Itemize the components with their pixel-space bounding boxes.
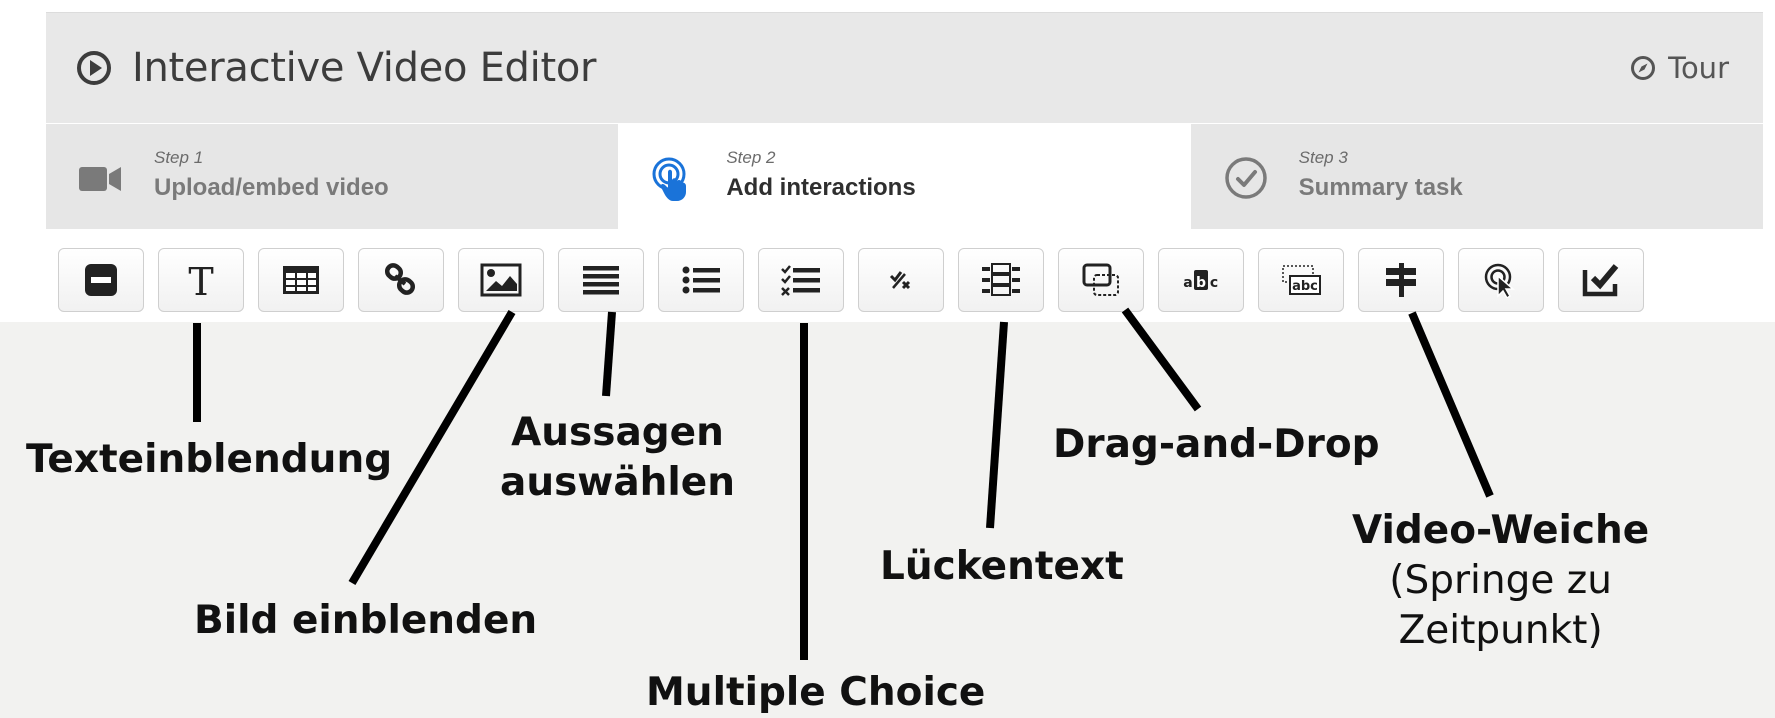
annotation-fill-blanks: Lückentext: [880, 544, 1124, 589]
check-circle-icon: [1224, 157, 1267, 199]
compass-icon: [1631, 56, 1656, 80]
annotation-crossroads: Video-Weiche (Springe zu Zeitpunkt): [1352, 506, 1649, 656]
minus-box-icon: [85, 264, 117, 296]
drag-text-tool-button[interactable]: abc: [1258, 248, 1344, 312]
bullet-list-icon: [682, 266, 720, 294]
annotation-crossroads-sub2: Zeitpunkt): [1398, 608, 1603, 653]
step-label: Upload/embed video: [154, 174, 389, 201]
checklist-icon: [781, 265, 820, 296]
statements-callout-line: [602, 311, 616, 397]
fill-in-blanks-tool-button[interactable]: [958, 248, 1044, 312]
signpost-icon: [1386, 263, 1416, 297]
image-tool-button[interactable]: [458, 248, 544, 312]
table-icon: [283, 266, 319, 294]
single-choice-set-tool-button[interactable]: [658, 248, 744, 312]
fill-blanks-callout-line: [986, 321, 1008, 529]
svg-text:T: T: [188, 262, 213, 298]
text-t-icon: T: [188, 262, 213, 298]
label-tool-button[interactable]: [58, 248, 144, 312]
tour-button[interactable]: Tour: [1630, 13, 1729, 123]
statements-tool-button[interactable]: [558, 248, 644, 312]
svg-text:b: b: [1196, 275, 1206, 291]
annotation-crossroads-sub1: (Springe zu: [1389, 558, 1612, 603]
video-camera-icon: [79, 167, 121, 191]
blanks-icon: [982, 263, 1020, 296]
navigation-hotspot-tool-button[interactable]: [1458, 248, 1544, 312]
step-kicker: Step 2: [726, 148, 776, 167]
drag-drop-callout-line: [1121, 307, 1202, 412]
drag-and-drop-tool-button[interactable]: [1058, 248, 1144, 312]
annotation-statements-line1: Aussagen: [511, 410, 724, 455]
step-label: Add interactions: [726, 174, 916, 201]
tab-step-1[interactable]: Step 1 Upload/embed video: [46, 124, 619, 229]
tab-step-3[interactable]: Step 3 Summary task: [1190, 124, 1763, 229]
title-group: Interactive Video Editor: [76, 13, 596, 123]
drag-text-icon: abc: [1282, 265, 1321, 295]
editor-header: Interactive Video Editor Tour: [46, 12, 1763, 123]
touch-pointer-icon: [652, 157, 687, 201]
crossroads-tool-button[interactable]: [1358, 248, 1444, 312]
annotation-statements: Aussagen auswählen: [500, 408, 735, 508]
drag-drop-icon: [1082, 263, 1119, 296]
annotation-crossroads-title: Video-Weiche: [1352, 508, 1650, 553]
svg-text:abc: abc: [1292, 279, 1318, 294]
true-false-tool-button[interactable]: [858, 248, 944, 312]
list-icon: [583, 266, 619, 295]
tab-step-2[interactable]: Step 2 Add interactions: [618, 124, 1191, 229]
step-kicker: Step 3: [1298, 148, 1348, 167]
check-x-icon: [889, 271, 911, 290]
link-icon: [384, 263, 416, 295]
annotation-text: Texteinblendung: [26, 437, 393, 482]
multiple-choice-tool-button[interactable]: [758, 248, 844, 312]
mark-words-icon: a b c: [1183, 270, 1218, 291]
checkbox-corner-icon: [1582, 264, 1619, 297]
annotation-multiple-choice: Multiple Choice: [646, 670, 986, 715]
table-tool-button[interactable]: [258, 248, 344, 312]
play-circle-icon: [77, 51, 111, 85]
editor-screenshot: Interactive Video Editor Tour Step 1 Upl…: [0, 0, 1775, 322]
svg-text:c: c: [1210, 275, 1218, 291]
link-tool-button[interactable]: [358, 248, 444, 312]
annotation-image: Bild einblenden: [194, 598, 538, 643]
questionnaire-tool-button[interactable]: [1558, 248, 1644, 312]
mark-words-tool-button[interactable]: a b c: [1158, 248, 1244, 312]
step-label: Summary task: [1298, 174, 1463, 201]
annotation-drag-drop: Drag-and-Drop: [1053, 422, 1380, 467]
text-tool-button[interactable]: T: [158, 248, 244, 312]
step-kicker: Step 1: [154, 148, 204, 167]
crossroads-callout-line: [1408, 311, 1494, 498]
wizard-steps: Step 1 Upload/embed video Step 2 Add int…: [46, 124, 1763, 229]
page-title: Interactive Video Editor: [132, 45, 597, 91]
annotation-statements-line2: auswählen: [500, 460, 735, 505]
svg-text:a: a: [1183, 275, 1192, 291]
interaction-toolbar: T a b c abc: [46, 231, 1763, 322]
hotspot-icon: [1484, 263, 1516, 298]
tour-label: Tour: [1668, 51, 1729, 85]
image-icon: [480, 263, 522, 297]
